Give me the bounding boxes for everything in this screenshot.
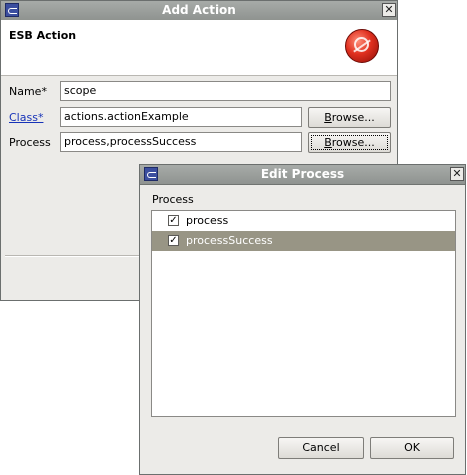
checkbox-icon[interactable]: ✓	[168, 235, 179, 246]
checkbox-icon[interactable]: ✓	[168, 215, 179, 226]
list-item[interactable]: ✓ process	[152, 211, 455, 231]
list-item-label: process	[186, 214, 229, 227]
edit-process-title: Edit Process	[260, 167, 345, 181]
add-action-titlebar[interactable]: Add Action ✕	[1, 1, 397, 21]
process-browse-button[interactable]: Browse...	[308, 132, 391, 153]
process-section-label: Process	[152, 193, 194, 206]
list-item-label: processSuccess	[186, 234, 273, 247]
class-browse-label: Browse...	[324, 111, 375, 124]
process-label: Process	[9, 136, 51, 149]
ok-button[interactable]: OK	[370, 437, 454, 459]
list-item[interactable]: ✓ processSuccess	[152, 231, 455, 251]
class-field[interactable]: actions.actionExample	[60, 107, 302, 127]
cancel-label: Cancel	[302, 441, 340, 454]
name-label: Name*	[9, 85, 47, 98]
process-list[interactable]: ✓ process ✓ processSuccess	[151, 210, 456, 417]
name-field[interactable]: scope	[60, 81, 391, 101]
edit-process-dialog: Edit Process ✕ Process ✓ process ✓ proce…	[139, 164, 466, 475]
header-title: ESB Action	[9, 29, 77, 42]
esb-logo-icon	[345, 29, 379, 63]
process-browse-label: Browse...	[324, 136, 375, 149]
close-icon[interactable]: ✕	[450, 167, 464, 181]
ok-label: OK	[404, 441, 420, 454]
process-field[interactable]: process,processSuccess	[60, 132, 302, 152]
class-link[interactable]: Class*	[9, 111, 43, 124]
close-icon[interactable]: ✕	[382, 3, 396, 17]
edit-process-titlebar[interactable]: Edit Process ✕	[140, 165, 465, 185]
class-browse-button[interactable]: Browse...	[308, 107, 391, 128]
add-action-title: Add Action	[162, 3, 236, 17]
cancel-button[interactable]: Cancel	[278, 437, 364, 459]
dialog-header: ESB Action	[1, 20, 397, 76]
